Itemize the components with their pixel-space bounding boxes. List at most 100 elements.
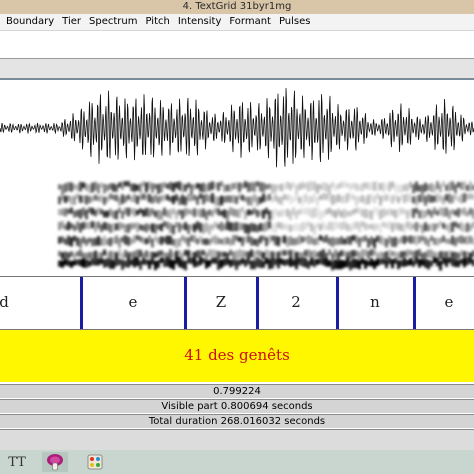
- spectrogram-cell: [58, 251, 61, 256]
- spectrogram-cell: [298, 224, 301, 231]
- spectrogram-cell: [64, 238, 67, 244]
- spectrogram-cell: [235, 209, 238, 217]
- spectrogram-cell: [334, 238, 337, 246]
- spectrogram-cell: [283, 209, 286, 215]
- scroll-area[interactable]: [0, 429, 474, 450]
- spectrogram-cell: [391, 251, 394, 256]
- spectrogram-cell: [313, 193, 316, 202]
- interval-tier[interactable]: d e Z 2 n e: [0, 276, 474, 330]
- spectrogram-cell: [181, 224, 184, 229]
- menu-intensity[interactable]: Intensity: [174, 14, 226, 30]
- spectrogram-cell: [163, 195, 166, 201]
- spectrogram-cell: [163, 221, 166, 226]
- spectrogram-cell: [253, 224, 256, 232]
- segment-label-e[interactable]: e: [129, 293, 138, 311]
- spectrogram-cell: [295, 238, 298, 245]
- spectrogram-cell: [385, 223, 388, 228]
- spectrogram-cell: [268, 259, 271, 269]
- start-button[interactable]: TT: [4, 452, 30, 472]
- spectrogram-cell: [106, 239, 109, 245]
- spectrogram-cell: [178, 223, 181, 232]
- spectrogram-cell: [283, 236, 286, 244]
- spectrogram-cell: [439, 207, 442, 215]
- interval-boundary[interactable]: [413, 277, 416, 329]
- selection-strip[interactable]: [0, 58, 474, 79]
- paint-icon[interactable]: [82, 452, 108, 472]
- spectrogram-cell: [262, 210, 265, 219]
- spectrogram-cell: [445, 224, 448, 230]
- menu-pitch[interactable]: Pitch: [141, 14, 173, 30]
- menu-boundary[interactable]: Boundary: [0, 14, 58, 30]
- segment-label-2[interactable]: 2: [291, 293, 301, 311]
- spectrogram-cell: [373, 207, 376, 213]
- menu-spectrum[interactable]: Spectrum: [85, 14, 141, 30]
- spectrogram-cell: [178, 257, 181, 267]
- segment-label-d[interactable]: d: [0, 293, 9, 311]
- spectrogram-cell: [127, 224, 130, 233]
- spectrogram-cell: [130, 259, 133, 265]
- spectrogram-cell: [403, 209, 406, 214]
- spectrogram-cell: [406, 210, 409, 219]
- waveform-panel[interactable]: [0, 79, 474, 178]
- spectrogram-cell: [418, 259, 421, 268]
- interval-boundary[interactable]: [184, 277, 187, 329]
- spectrogram-cell: [271, 184, 274, 193]
- spectrogram-cell: [244, 211, 247, 220]
- visible-part-row[interactable]: Visible part 0.800694 seconds: [0, 399, 474, 413]
- spectrogram-cell: [418, 249, 421, 257]
- point-tier[interactable]: 41 des genêts: [0, 330, 474, 382]
- menu-pulses[interactable]: Pulses: [275, 14, 315, 30]
- spectrogram-cell: [235, 196, 238, 204]
- spectrogram-cell: [319, 195, 322, 200]
- spectrogram-cell: [148, 260, 151, 269]
- spectrogram-cell: [226, 237, 229, 244]
- spectrogram-cell: [76, 193, 79, 198]
- spectrogram-cell: [169, 182, 172, 190]
- spectrogram-cell: [70, 261, 73, 268]
- spectrogram-cell: [304, 237, 307, 242]
- segment-label-z[interactable]: Z: [216, 293, 226, 311]
- spectrogram-cell: [97, 252, 100, 259]
- spectrogram-cell: [262, 252, 265, 259]
- interval-boundary[interactable]: [336, 277, 339, 329]
- spectrogram-cell: [103, 197, 106, 205]
- spectrogram-cell: [58, 261, 61, 267]
- segment-label-n[interactable]: n: [370, 293, 380, 311]
- spectrogram-cell: [391, 182, 394, 189]
- spectrogram-cell: [259, 259, 262, 268]
- spectrogram-cell: [229, 222, 232, 231]
- segment-label-e2[interactable]: e: [445, 293, 454, 311]
- spectrogram-cell: [268, 221, 271, 229]
- spectrogram-cell: [211, 210, 214, 216]
- spectrogram-cell: [268, 184, 271, 189]
- spectrogram-cell: [91, 252, 94, 261]
- spectrogram-cell: [322, 193, 325, 200]
- spectrogram-panel[interactable]: [0, 177, 474, 275]
- interval-boundary[interactable]: [256, 277, 259, 329]
- editor-top-area[interactable]: [0, 31, 474, 55]
- spectrogram-cell: [352, 209, 355, 214]
- spectrogram-cell: [460, 182, 463, 190]
- spectrogram-cell: [316, 237, 319, 245]
- point-tier-label[interactable]: 41 des genêts: [0, 346, 474, 364]
- spectrogram-cell: [160, 224, 163, 232]
- menu-tier[interactable]: Tier: [58, 14, 85, 30]
- spectrogram-cell: [253, 208, 256, 214]
- spectrogram-cell: [346, 223, 349, 230]
- spectrogram-cell: [139, 236, 142, 241]
- spectrogram-cell: [214, 235, 217, 244]
- spectrogram-cell: [247, 183, 250, 192]
- interval-boundary[interactable]: [80, 277, 83, 329]
- cursor-time-row[interactable]: 0.799224: [0, 384, 474, 398]
- menu-formant[interactable]: Formant: [225, 14, 275, 30]
- spectrogram-cell: [424, 183, 427, 192]
- total-duration-row[interactable]: Total duration 268.016032 seconds: [0, 414, 474, 428]
- spectrogram-cell: [427, 225, 430, 232]
- spectrogram-cell: [241, 183, 244, 189]
- spectrogram-cell: [427, 239, 430, 247]
- praat-icon[interactable]: [42, 452, 68, 472]
- spectrogram-cell: [346, 252, 349, 261]
- spectrogram-cell: [274, 209, 277, 215]
- spectrogram-cell: [349, 236, 352, 245]
- spectrogram-cell: [418, 223, 421, 228]
